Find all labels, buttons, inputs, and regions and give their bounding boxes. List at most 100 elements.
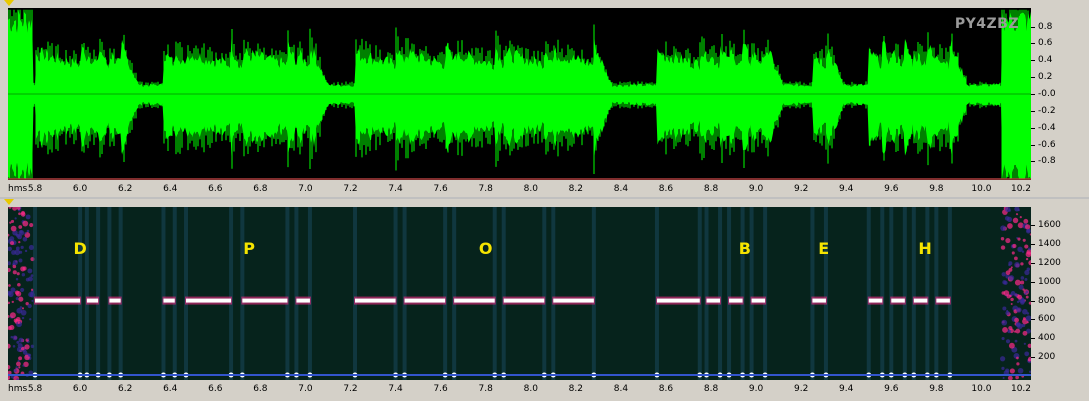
waveform-time-tick-label: 10.0 (971, 184, 992, 194)
waveform-y-tick-label: -0.0 (1038, 89, 1056, 99)
waveform-time-axis: hms 5.8 6.0 6.2 6.4 6.6 6.8 7.0 7.2 7.4 7.6 7.8 8.0 8… (8, 184, 1063, 196)
keying-transient (551, 207, 556, 380)
waveform-y-tick-mark (1031, 94, 1035, 95)
spectrogram-time-tick-label: 10.2 (1010, 384, 1032, 394)
spectrogram-y-tick-label: 1600 (1038, 220, 1061, 231)
waveform-time-tick-label: 7.8 (478, 184, 493, 194)
waveform-y-tick-mark (1031, 43, 1035, 45)
keying-transient (172, 207, 177, 380)
spectrogram-y-tick-label: 800 (1038, 295, 1056, 306)
keying-transient (161, 207, 166, 380)
keying-transient (889, 207, 894, 380)
keying-transient (763, 207, 768, 380)
morse-element (913, 298, 928, 303)
decoded-letter: D (73, 239, 87, 258)
keying-transient (501, 207, 506, 380)
morse-element (186, 298, 232, 303)
keying-transient (443, 207, 448, 380)
keying-transient (704, 207, 709, 380)
morse-element (404, 298, 446, 303)
morse-element (163, 298, 175, 303)
waveform-y-tick-label: -0.6 (1038, 139, 1056, 150)
morse-element (296, 298, 310, 303)
spectrogram-y-tick-label: 1400 (1038, 239, 1061, 249)
waveform-y-tick-mark (1031, 161, 1035, 163)
spectrogram-svg (8, 207, 1031, 380)
waveform-time-tick-label: 8.4 (613, 184, 629, 194)
spectrogram-time-tick-label: 6.0 (72, 384, 88, 394)
waveform-time-tick-label: 8.8 (703, 184, 719, 194)
morse-element (109, 298, 121, 303)
keying-transient (740, 207, 745, 380)
morse-element (355, 298, 396, 303)
spectrogram-plot[interactable]: DPOBEH (8, 207, 1031, 380)
morse-element (656, 298, 700, 303)
spectrogram-time-axis: hms 5.8 6.0 6.2 6.4 6.6 6.8 7.0 7.2 7.4 7.6 7.8 8.0 8… (8, 384, 1063, 396)
spectrogram-y-tick-mark (1031, 338, 1035, 340)
waveform-y-tick-mark (1031, 144, 1035, 146)
keying-transient (542, 207, 547, 380)
spectrogram-time-unit-label: hms (8, 384, 28, 394)
keying-transient (880, 207, 885, 380)
spectrogram-y-tick-label: 1000 (1038, 276, 1061, 287)
spectrogram-time-tick-label: 8.6 (658, 384, 674, 394)
spectrogram-y-axis: 1600 1400 1200 1000 800 600 400 200 (1031, 207, 1070, 380)
keying-transient (118, 207, 123, 380)
waveform-time-tick-label: 6.8 (253, 184, 268, 194)
spectrogram-time-tick-label: 6.6 (208, 384, 223, 394)
spectrogram-time-tick-label: 7.6 (433, 384, 448, 394)
morse-element (891, 298, 905, 303)
waveform-time-tick-label: 7.2 (343, 184, 358, 194)
waveform-time-tick-label: 7.4 (388, 184, 403, 194)
keying-transient (307, 207, 312, 380)
playhead-marker-bottom[interactable] (4, 199, 14, 205)
spectrogram-time-tick-label: 9.4 (839, 384, 854, 394)
keying-transient (810, 207, 815, 380)
keying-transient (925, 207, 930, 380)
morse-element (553, 298, 594, 303)
keying-transient (184, 207, 189, 380)
keying-transient (33, 207, 38, 380)
waveform-time-tick-label: 5.8 (27, 184, 43, 194)
waveform-plot[interactable]: PY4ZBZ (8, 8, 1031, 180)
spectrogram-time-tick-label: 8.0 (523, 384, 538, 394)
keying-transient (823, 207, 828, 380)
spectrogram-y-tick-mark (1031, 262, 1035, 264)
spectrogram-y-tick-mark (1031, 319, 1035, 321)
morse-element (751, 298, 766, 303)
waveform-time-tick-label: 7.6 (433, 184, 448, 194)
panel-divider (0, 197, 1089, 199)
decoded-letter: H (918, 239, 932, 258)
morse-element (936, 298, 950, 303)
morse-element (706, 298, 721, 303)
keying-transient (947, 207, 952, 380)
spectrogram-time-tick-label: 6.8 (253, 384, 268, 394)
waveform-svg (8, 9, 1031, 180)
waveform-time-tick-label: 10.2 (1010, 184, 1032, 194)
keying-transient (727, 207, 732, 380)
morse-element (868, 298, 883, 303)
keying-transient (654, 207, 659, 380)
playhead-marker-top[interactable] (4, 0, 14, 6)
morse-element (35, 298, 81, 303)
spectrogram-time-tick-label: 7.2 (343, 384, 358, 394)
spectrogram-y-tick-label: 600 (1038, 314, 1056, 325)
waveform-time-tick-label: 8.6 (658, 184, 674, 194)
waveform-time-tick-label: 8.2 (568, 184, 583, 194)
spectrogram-time-tick-label: 10.0 (971, 384, 992, 394)
waveform-y-tick-label: -0.8 (1038, 156, 1056, 167)
waveform-time-tick-label: 8.0 (523, 184, 538, 194)
spectrogram-y-tick-mark (1031, 300, 1035, 302)
keying-transient (902, 207, 907, 380)
waveform-time-tick-label: 9.8 (929, 184, 944, 194)
waveform-y-tick-label: 0.6 (1038, 38, 1053, 49)
spectrogram-y-tick-mark (1031, 357, 1035, 359)
morse-element (503, 298, 545, 303)
waveform-y-tick-mark (1031, 110, 1035, 112)
spectrogram-time-tick-label: 8.2 (568, 384, 583, 394)
waveform-time-tick-label: 9.0 (748, 184, 764, 194)
morse-element (729, 298, 743, 303)
keying-transient (393, 207, 398, 380)
waveform-y-tick-label: 0.2 (1038, 72, 1053, 83)
spectrogram-y-tick-label: 400 (1038, 333, 1056, 344)
